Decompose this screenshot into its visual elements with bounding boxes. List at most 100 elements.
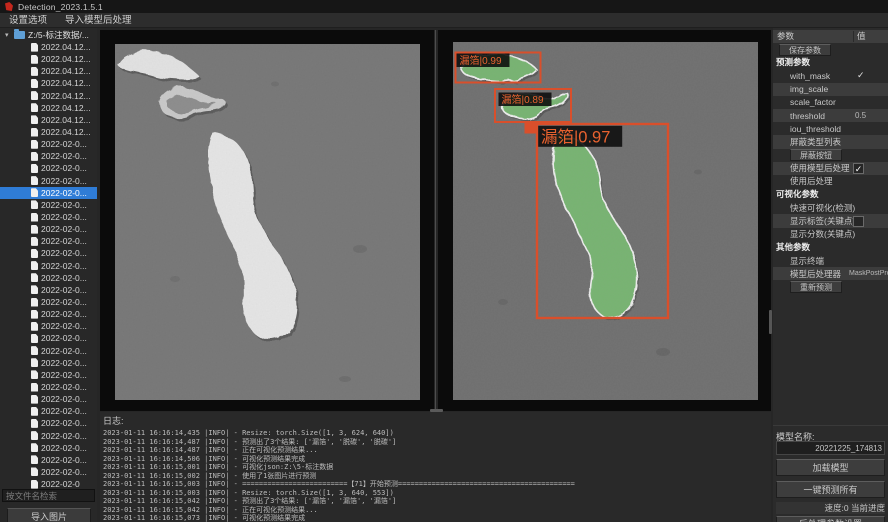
- file-icon: [31, 358, 38, 367]
- tree-item[interactable]: 2022.04.12...: [0, 41, 97, 53]
- vertical-splitter-handle[interactable]: [769, 310, 772, 334]
- tree-item[interactable]: 2022-02-0...: [0, 223, 97, 235]
- tree-item[interactable]: 2022.04.12...: [0, 53, 97, 65]
- tree-item[interactable]: 2022.04.12...: [0, 65, 97, 77]
- tree-item[interactable]: 2022-02-0...: [0, 393, 97, 405]
- tree-item[interactable]: 2022-02-0...: [0, 138, 97, 150]
- param-row[interactable]: 模型后处理器MaskPostPro: [773, 267, 888, 280]
- tree-item[interactable]: 2022.04.12...: [0, 126, 97, 138]
- filename-search-input[interactable]: [2, 489, 95, 502]
- param-row[interactable]: iou_threshold: [773, 122, 888, 135]
- file-icon: [31, 164, 38, 173]
- tree-item[interactable]: 2022-02-0...: [0, 308, 97, 320]
- tree-root-folder[interactable]: ▾ Z:/5-标注数据/...: [0, 28, 97, 41]
- tree-item[interactable]: 2022-02-0...: [0, 357, 97, 369]
- param-button-18[interactable]: 重新预测: [790, 281, 842, 293]
- log-line: 2023-01-11 16:16:14,487 |INFO| - 正在可视化预测…: [103, 446, 771, 455]
- tree-item[interactable]: 2022-02-0: [0, 478, 97, 489]
- detection-label-2: 漏箔|0.89: [502, 93, 544, 106]
- menu-item-0[interactable]: 设置选项: [0, 13, 56, 28]
- menu-item-1[interactable]: 导入模型后处理: [56, 13, 141, 28]
- param-row[interactable]: 显示标签(关键点): [773, 214, 888, 227]
- file-icon: [31, 55, 38, 64]
- postprocess-settings-button[interactable]: 后处理参数设置: [776, 516, 885, 522]
- tree-item-label: 2022-02-0...: [41, 321, 87, 331]
- tree-item-label: 2022-02-0: [41, 479, 80, 489]
- param-checkbox-empty[interactable]: [853, 216, 864, 227]
- menu-bar: 设置选项导入模型后处理: [0, 13, 888, 28]
- tree-item[interactable]: 2022-02-0...: [0, 247, 97, 259]
- tree-item[interactable]: 2022.04.12...: [0, 114, 97, 126]
- tree-item[interactable]: 2022-02-0...: [0, 345, 97, 357]
- tree-item-label: 2022-02-0...: [41, 467, 87, 477]
- tree-item[interactable]: 2022-02-0...: [0, 417, 97, 429]
- tree-item[interactable]: 2022-02-0...: [0, 320, 97, 332]
- file-icon: [31, 200, 38, 209]
- log-lines: 2023-01-11 16:16:14,435 |INFO| - Resize:…: [103, 429, 771, 522]
- import-images-button[interactable]: 导入图片: [7, 508, 91, 522]
- file-icon: [31, 188, 38, 197]
- tree-item[interactable]: 2022-02-0...: [0, 235, 97, 247]
- tree-item[interactable]: 2022-02-0...: [0, 150, 97, 162]
- tree-item[interactable]: 2022-02-0...: [0, 199, 97, 211]
- param-label: 显示终端: [790, 255, 824, 267]
- tree-item[interactable]: 2022-02-0...: [0, 272, 97, 284]
- tree-item-label: 2022-02-0...: [41, 406, 87, 416]
- tree-item[interactable]: 2022.04.12...: [0, 90, 97, 102]
- tree-item[interactable]: 2022-02-0...: [0, 211, 97, 223]
- original-image-canvas[interactable]: [115, 44, 420, 400]
- param-row[interactable]: 显示终端: [773, 254, 888, 267]
- param-button-8[interactable]: 屏蔽按钮: [790, 149, 842, 161]
- file-icon: [31, 67, 38, 76]
- tree-item[interactable]: 2022-02-0...: [0, 442, 97, 454]
- param-row[interactable]: with_mask✓: [773, 69, 888, 82]
- tree-item-selected[interactable]: 2022-02-0...: [0, 187, 97, 199]
- param-row[interactable]: 使用模型后处理✓: [773, 162, 888, 175]
- tree-item[interactable]: 2022-02-0...: [0, 381, 97, 393]
- param-row[interactable]: 使用后处理: [773, 175, 888, 188]
- file-icon: [31, 249, 38, 258]
- expand-arrow-icon[interactable]: ▾: [5, 31, 11, 39]
- tree-item-label: 2022-02-0...: [41, 188, 87, 198]
- param-value: 0.5: [855, 111, 866, 120]
- tree-item[interactable]: 2022-02-0...: [0, 454, 97, 466]
- tree-item-label: 2022-02-0...: [41, 394, 87, 404]
- tree-item[interactable]: 2022-02-0...: [0, 332, 97, 344]
- tree-item-label: 2022-02-0...: [41, 139, 87, 149]
- tree-item[interactable]: 2022-02-0...: [0, 296, 97, 308]
- tree-item[interactable]: 2022.04.12...: [0, 77, 97, 89]
- file-icon: [31, 310, 38, 319]
- file-icon: [31, 346, 38, 355]
- tree-item[interactable]: 2022-02-0...: [0, 162, 97, 174]
- param-row[interactable]: 快速可视化(检测): [773, 201, 888, 214]
- param-row[interactable]: scale_factor: [773, 96, 888, 109]
- model-name-field[interactable]: 20221225_174813: [776, 441, 885, 455]
- file-tree[interactable]: ▾ Z:/5-标注数据/... 2022.04.12...2022.04.12.…: [0, 28, 97, 489]
- tree-item-label: 2022-02-0...: [41, 151, 87, 161]
- param-row[interactable]: 显示分数(关键点): [773, 228, 888, 241]
- file-icon: [31, 140, 38, 149]
- param-checkbox-checked[interactable]: ✓: [853, 163, 864, 174]
- predict-all-button[interactable]: 一键预测所有: [776, 481, 885, 498]
- tree-item[interactable]: 2022-02-0...: [0, 466, 97, 478]
- file-icon: [31, 261, 38, 270]
- tree-item[interactable]: 2022.04.12...: [0, 102, 97, 114]
- parameters-panel: 参数 值 保存参数预测参数with_mask✓img_scalescale_fa…: [773, 28, 888, 522]
- tree-item[interactable]: 2022-02-0...: [0, 405, 97, 417]
- param-row[interactable]: 屏蔽类型列表: [773, 135, 888, 148]
- param-button-0[interactable]: 保存参数: [779, 44, 831, 56]
- log-console[interactable]: 日志: 2023-01-11 16:16:14,435 |INFO| - Res…: [100, 412, 771, 522]
- prediction-image-canvas[interactable]: 漏箔|0.99 漏箔|0.89 漏箔|0.97: [453, 42, 758, 400]
- tree-item[interactable]: 2022-02-0...: [0, 430, 97, 442]
- tree-item[interactable]: 2022-02-0...: [0, 369, 97, 381]
- file-icon: [31, 285, 38, 294]
- tree-item[interactable]: 2022-02-0...: [0, 260, 97, 272]
- param-row[interactable]: img_scale: [773, 83, 888, 96]
- param-button-row: 屏蔽按钮: [773, 149, 888, 162]
- tree-item[interactable]: 2022-02-0...: [0, 175, 97, 187]
- tree-item[interactable]: 2022-02-0...: [0, 284, 97, 296]
- title-bar: Detection_2023.1.5.1: [0, 0, 888, 13]
- param-row[interactable]: threshold0.5: [773, 109, 888, 122]
- param-check-mark: ✓: [857, 70, 865, 81]
- load-model-button[interactable]: 加载模型: [776, 459, 885, 476]
